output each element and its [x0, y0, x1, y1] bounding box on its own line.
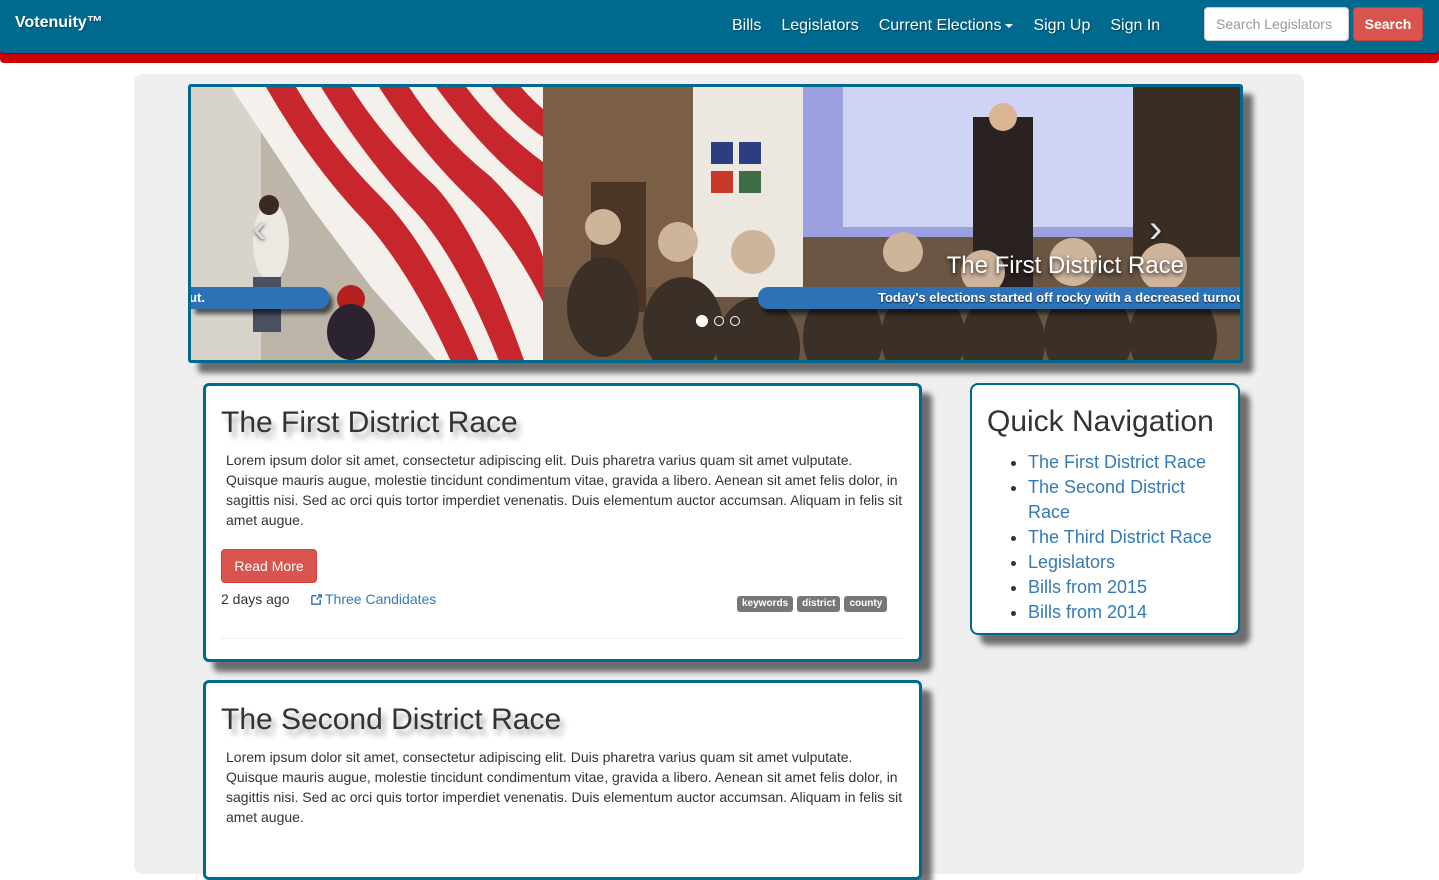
carousel-caption-title: The First District Race [946, 252, 1184, 279]
external-link-icon [311, 593, 322, 605]
tag-keywords[interactable]: keywords [737, 596, 794, 612]
article-body: Lorem ipsum dolor sit amet, consectetur … [226, 749, 903, 825]
list-item: The Third District Race [1028, 525, 1230, 550]
quick-nav-link-second-district[interactable]: The Second District Race [1028, 477, 1185, 522]
divider [221, 638, 904, 639]
nav-sign-in[interactable]: Sign In [1110, 17, 1160, 35]
carousel-slide-image-conference [543, 87, 1240, 360]
quick-nav-link-legislators[interactable]: Legislators [1028, 552, 1115, 572]
article-candidates-link-label: Three Candidates [325, 591, 437, 607]
caret-down-icon [1005, 23, 1014, 28]
article-candidates-link[interactable]: Three Candidates [310, 591, 436, 607]
nav-current-elections[interactable]: Current Elections [879, 17, 1014, 35]
list-item: The Second District Race [1028, 475, 1230, 525]
list-item: Bills from 2014 [1028, 600, 1230, 625]
list-item: The First District Race [1028, 450, 1230, 475]
quick-nav-link-bills-2015[interactable]: Bills from 2015 [1028, 577, 1147, 597]
nav-links: Bills Legislators Current Elections Sign… [722, 17, 1170, 35]
list-item: Legislators [1028, 550, 1230, 575]
quick-navigation-list: The First District Race The Second Distr… [1010, 450, 1230, 625]
search-button[interactable]: Search [1353, 7, 1423, 41]
carousel-caption-bar: Today's elections started off rocky with… [758, 287, 1243, 309]
nav-current-elections-label: Current Elections [878, 17, 1002, 34]
nav-sign-up[interactable]: Sign Up [1033, 17, 1090, 35]
article-timestamp: 2 days ago [221, 591, 290, 607]
carousel-caption-bar-prev: ut. [191, 287, 329, 309]
article-title: The Second District Race [221, 703, 562, 736]
article-tags: keywords district county [737, 596, 891, 612]
top-navbar: Votenuity™ Bills Legislators Current Ele… [0, 0, 1439, 54]
article-title: The First District Race [221, 406, 518, 439]
quick-nav-link-third-district[interactable]: The Third District Race [1028, 527, 1212, 547]
conference-photo [543, 87, 1240, 360]
flag-photo [191, 87, 543, 360]
carousel-indicator-3[interactable] [730, 316, 740, 326]
article-card: The First District Race Lorem ipsum dolo… [203, 383, 922, 662]
carousel-caption-text-prev: ut. [191, 290, 205, 305]
nav-legislators[interactable]: Legislators [781, 17, 858, 35]
quick-navigation-title: Quick Navigation [987, 405, 1214, 438]
carousel-indicator-1[interactable] [696, 315, 708, 327]
carousel-slide-image-flag: ut. ‹ [191, 87, 543, 360]
quick-nav-link-first-district[interactable]: The First District Race [1028, 452, 1206, 472]
article-body: Lorem ipsum dolor sit amet, consectetur … [226, 452, 903, 528]
quick-nav-link-bills-2014[interactable]: Bills from 2014 [1028, 602, 1147, 622]
nav-bills[interactable]: Bills [732, 17, 761, 35]
list-item: Bills from 2015 [1028, 575, 1230, 600]
brand-logo[interactable]: Votenuity™ [15, 14, 103, 32]
tag-county[interactable]: county [844, 596, 888, 612]
carousel-indicator-2[interactable] [714, 316, 724, 326]
chevron-left-icon[interactable]: ‹ [253, 207, 266, 252]
article-card: The Second District Race Lorem ipsum dol… [203, 680, 922, 880]
read-more-button[interactable]: Read More [221, 549, 317, 583]
quick-navigation-panel: Quick Navigation The First District Race… [970, 383, 1240, 635]
news-carousel: ut. ‹ [188, 84, 1243, 363]
carousel-indicators [693, 315, 743, 327]
search-input[interactable] [1204, 7, 1349, 41]
tag-district[interactable]: district [797, 596, 841, 612]
chevron-right-icon[interactable]: › [1149, 207, 1162, 252]
carousel-caption-text: Today's elections started off rocky with… [878, 290, 1243, 305]
